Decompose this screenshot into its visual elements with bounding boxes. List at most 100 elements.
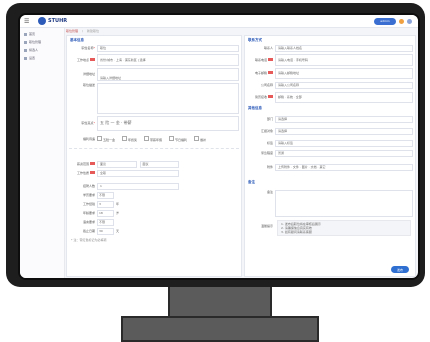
breadcrumb: 职位管理 / 新建职位 [66, 29, 416, 34]
small-row: 招聘人数 1 [69, 182, 179, 190]
menu-icon[interactable]: ☰ [24, 18, 34, 25]
location-select[interactable]: 省份/城市 · 上海 · 浦东新区 | 选择 [97, 53, 239, 66]
user-pill[interactable]: admin [374, 17, 396, 25]
monitor-bezel: ☰ STUHR admin 首页 职位管理 候选人 设置 职位管理 / 新建职位 [6, 3, 425, 287]
form-row: 备注 [247, 190, 413, 217]
form-row: 职位名称* 职位 [69, 44, 239, 52]
field-label: 工作地点 [69, 57, 97, 62]
contact-name-input[interactable]: 请输入联系人姓名 [275, 44, 413, 52]
form-row: 职位描述 [69, 83, 239, 114]
form-row: 简历接收 邮箱 · 系统 · 全部 [247, 91, 413, 103]
language-select[interactable]: 不限 [97, 218, 114, 226]
form-row: 汇报对象 请选择 [247, 127, 413, 135]
salary-to-select[interactable]: 面议 [139, 160, 179, 168]
field-label: 公司名称 [260, 83, 273, 87]
checkbox-benefit[interactable]: 餐补 [194, 136, 206, 142]
email-input[interactable]: 请输入邮箱地址 [275, 67, 413, 79]
field-label: 招聘人数 [82, 184, 95, 188]
department-select[interactable]: 请选择 [275, 115, 413, 123]
company-input[interactable]: 请输入公司名称 [275, 81, 413, 89]
breadcrumb-item: 新建职位 [87, 29, 100, 33]
sidebar-item-home[interactable]: 首页 [24, 32, 64, 36]
field-label: 简历接收 [247, 95, 275, 99]
form-row: 紧急程度 普通 [247, 149, 413, 157]
deadline-input[interactable]: 30 [97, 227, 114, 235]
small-row: 年龄要求 18 岁 [69, 209, 139, 217]
field-label: 职位描述 [82, 83, 95, 87]
benefits-checkboxes: 五险一金 年终奖 带薪年假 节日福利 餐补 [97, 136, 206, 142]
sidebar-item-label: 设置 [29, 56, 36, 60]
field-label: 紧急程度 [260, 151, 273, 155]
sidebar-item-candidates[interactable]: 候选人 [24, 48, 64, 52]
panel-title: 基本信息 [70, 38, 84, 42]
job-type-select[interactable]: 全职 [97, 169, 179, 177]
phone-input[interactable]: 请输入电话 · 手机号码 [275, 53, 413, 66]
sidebar-item-label: 职位管理 [29, 40, 42, 44]
notice-box: 1. 发布后职位将在审核后展示 2. 请确保信息真实有效 3. 如有疑问请联系客… [277, 220, 411, 236]
field-label: 汇报对象 [260, 129, 273, 133]
sidebar-item-label: 首页 [29, 32, 36, 36]
description-textarea[interactable] [97, 83, 239, 114]
app-logo: STUHR [38, 17, 67, 25]
logo-icon [38, 17, 46, 25]
salary-from-select[interactable]: 面议 [97, 160, 137, 168]
report-to-select[interactable]: 请选择 [275, 127, 413, 135]
age-input[interactable]: 18 [97, 209, 114, 217]
sidebar-item-jobs[interactable]: 职位管理 [24, 40, 64, 44]
unit-label: 岁 [116, 211, 120, 215]
monitor-stand-neck [168, 287, 272, 319]
form-row: 职位亮点* 五 险 一 金 · 带薪 [69, 115, 239, 131]
monitor-stand-base [121, 316, 319, 342]
form-row: 附件 上传附件 · 文件 · 图片 · 文档 · 其它 [247, 163, 413, 171]
education-select[interactable]: 不限 [97, 191, 114, 199]
headcount-input[interactable]: 1 [97, 182, 179, 190]
urgency-select[interactable]: 普通 [275, 149, 413, 157]
panel-title: 备注 [248, 180, 255, 184]
job-type-row: 工作性质 全职 [69, 169, 179, 177]
contact-panel: 联系方式 联系人 请输入联系人姓名 联系电话 请输入电话 · 手机号码 电子邮箱… [244, 35, 416, 277]
panel-title: 联系方式 [248, 38, 262, 42]
sidebar-item-label: 候选人 [29, 48, 39, 52]
resume-receive-select[interactable]: 邮箱 · 系统 · 全部 [275, 91, 413, 103]
experience-input[interactable]: 3 [97, 200, 114, 208]
notification-icon[interactable] [399, 18, 404, 24]
checkbox-benefit[interactable]: 节日福利 [169, 136, 187, 142]
publish-button[interactable]: 发布 [391, 266, 409, 273]
field-label: 备注 [266, 190, 273, 194]
attachment-upload[interactable]: 上传附件 · 文件 · 图片 · 文档 · 其它 [275, 163, 413, 171]
breadcrumb-item[interactable]: 职位管理 [66, 29, 78, 34]
form-row: 详细地址 请输入详细地址 [69, 67, 239, 81]
form-row: 电子邮箱 请输入邮箱地址 [247, 67, 413, 79]
small-row: 工作经验 3 年 [69, 200, 139, 208]
remarks-textarea[interactable] [275, 190, 413, 217]
section-divider [69, 148, 239, 149]
field-label: 学历要求 [82, 193, 95, 197]
home-icon [24, 32, 27, 36]
logo-text: STUHR [48, 18, 68, 24]
form-row: 公司名称 请输入公司名称 [247, 81, 413, 89]
job-title-input[interactable]: 职位 [97, 44, 239, 52]
briefcase-icon [24, 40, 27, 44]
people-icon [24, 48, 27, 52]
basic-info-panel: 基本信息 职位名称* 职位 工作地点 省份/城市 · 上海 · 浦东新区 | 选… [66, 35, 242, 277]
field-label: 福利待遇 [82, 137, 95, 141]
main-content: 职位管理 / 新建职位 基本信息 职位名称* 职位 工作地点 省份/城市 · 上… [66, 29, 416, 278]
field-label: 年龄要求 [82, 211, 95, 215]
checkbox-benefit[interactable]: 带薪年假 [144, 136, 162, 142]
field-label: 截止日期 [82, 229, 95, 233]
highlight-input[interactable]: 五 险 一 金 · 带薪 [97, 115, 239, 131]
address-input[interactable]: 请输入详细地址 [97, 67, 239, 81]
form-row: 联系人 请输入联系人姓名 [247, 44, 413, 52]
sidebar: 首页 职位管理 候选人 设置 [20, 28, 65, 278]
checkbox-benefit[interactable]: 五险一金 [97, 136, 115, 142]
field-label: 标签 [266, 141, 273, 145]
field-label: 工作性质 [69, 171, 97, 175]
unit-label: 年 [116, 202, 120, 206]
gear-icon [24, 56, 27, 60]
screen: ☰ STUHR admin 首页 职位管理 候选人 设置 职位管理 / 新建职位 [18, 13, 420, 280]
checkbox-benefit[interactable]: 年终奖 [122, 136, 137, 142]
sidebar-item-settings[interactable]: 设置 [24, 56, 64, 60]
form-row: 标签 请输入标签 [247, 139, 413, 147]
avatar-icon[interactable] [407, 18, 412, 24]
tags-input[interactable]: 请输入标签 [275, 139, 413, 147]
